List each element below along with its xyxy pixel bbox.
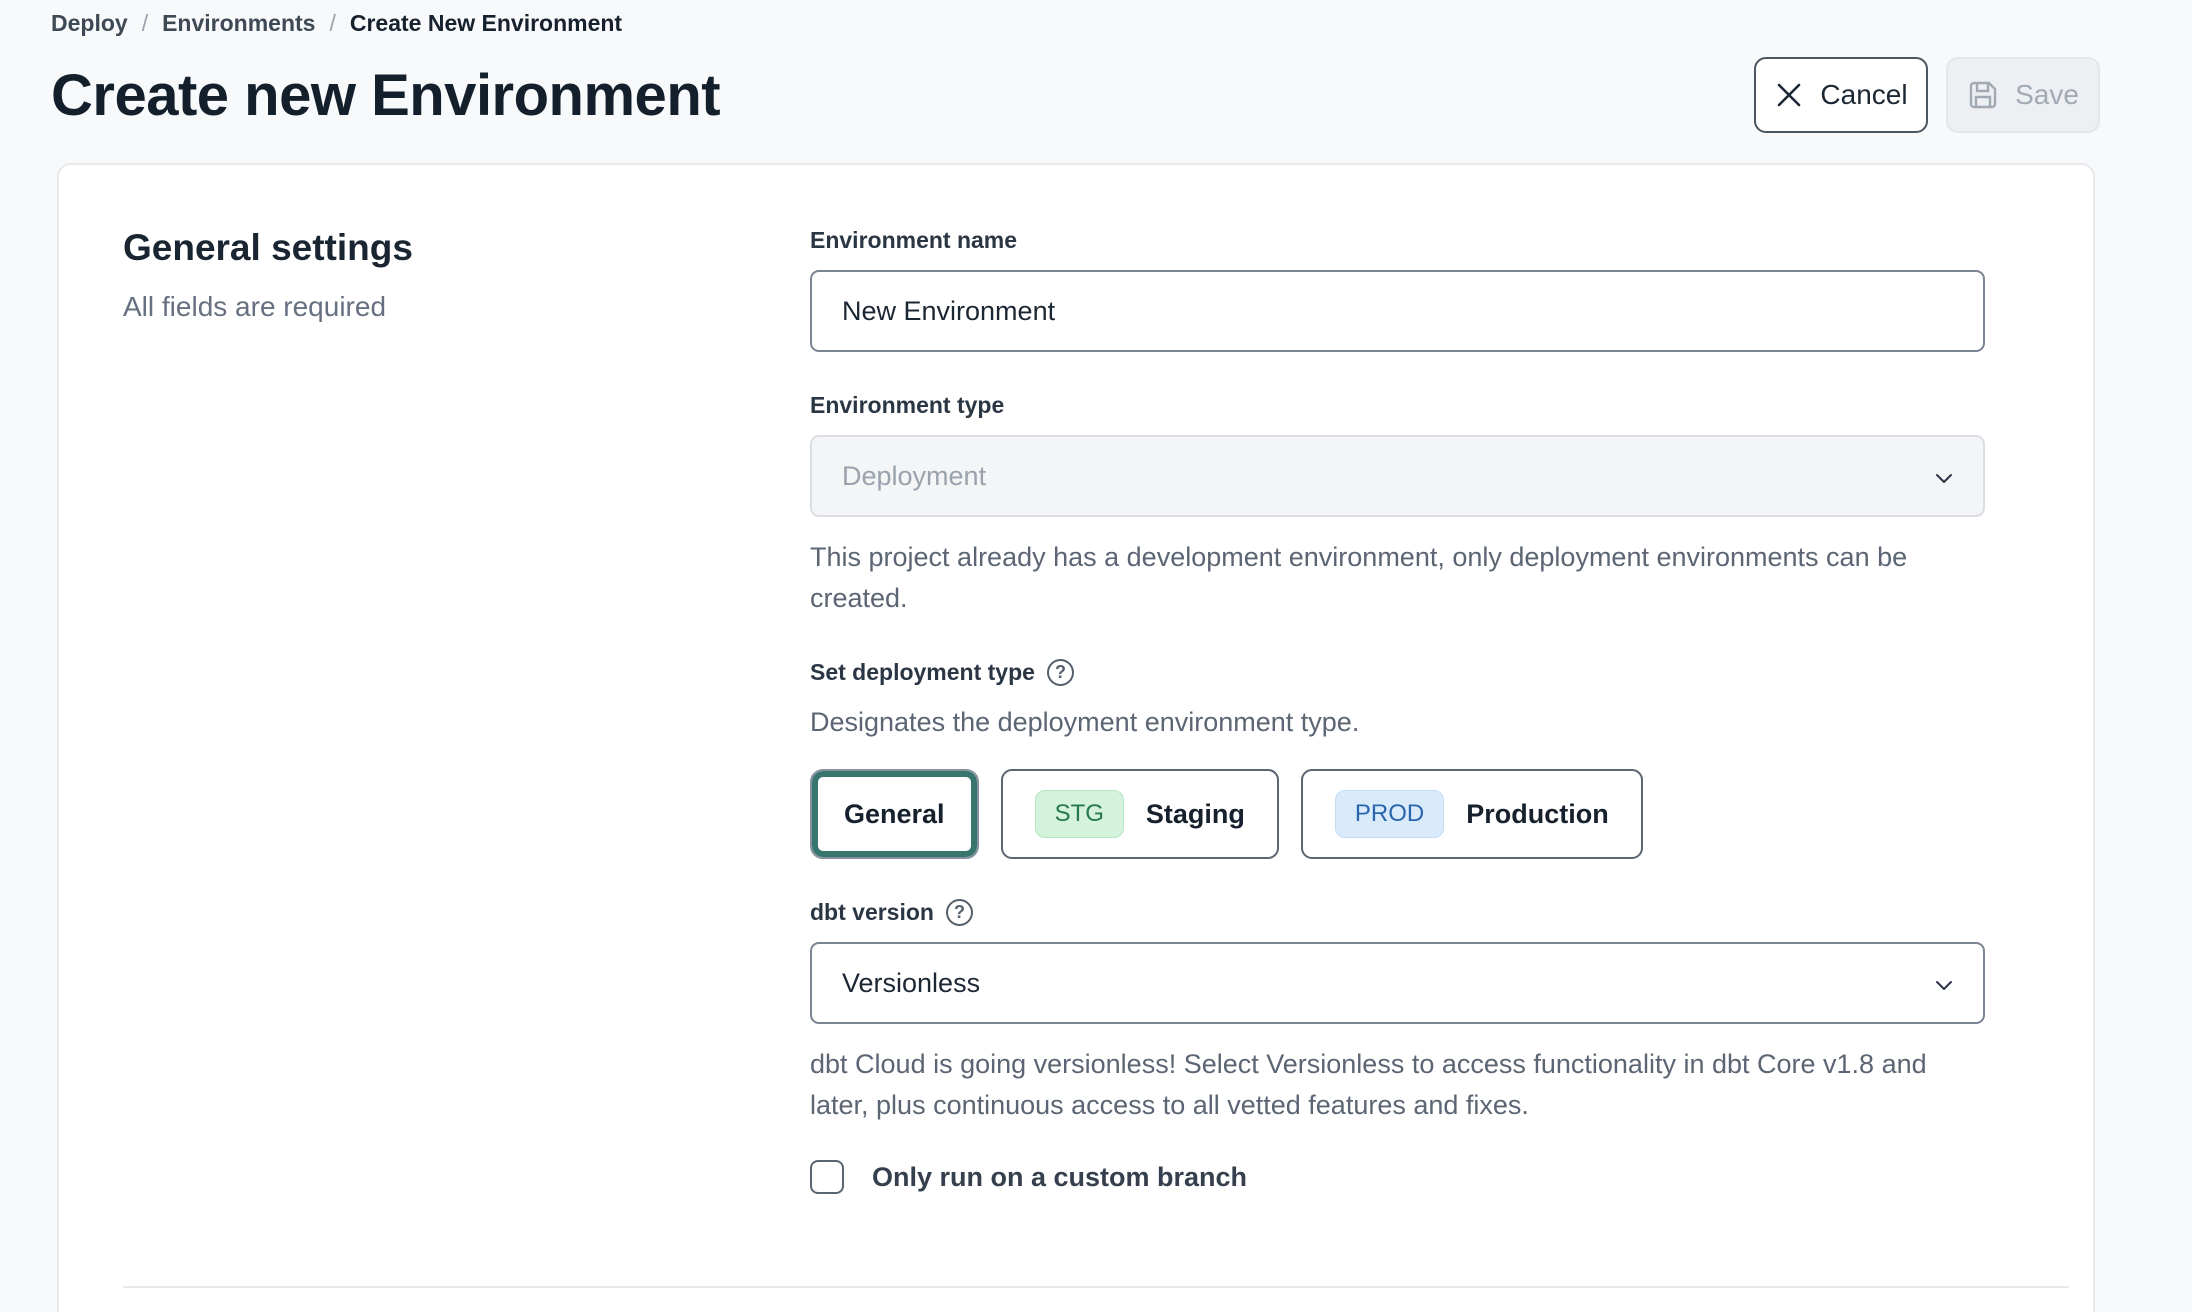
- breadcrumb-deploy[interactable]: Deploy: [51, 10, 128, 37]
- save-icon: [1967, 79, 1999, 111]
- production-badge: PROD: [1335, 790, 1444, 838]
- settings-card: General settings All fields are required…: [57, 163, 2095, 1312]
- deployment-type-general-button[interactable]: General: [810, 769, 979, 859]
- dbt-version-select[interactable]: Versionless: [810, 942, 1985, 1024]
- page-title: Create new Environment: [51, 62, 720, 129]
- help-icon[interactable]: ?: [1047, 659, 1074, 686]
- close-icon: [1774, 80, 1804, 110]
- environment-type-label: Environment type: [810, 392, 1985, 419]
- dbt-version-help-text: dbt Cloud is going versionless! Select V…: [810, 1044, 1985, 1126]
- breadcrumb-current: Create New Environment: [350, 10, 622, 37]
- staging-badge: STG: [1035, 790, 1124, 838]
- environment-name-label: Environment name: [810, 227, 1985, 254]
- custom-branch-row: Only run on a custom branch: [810, 1160, 1985, 1194]
- settings-summary: General settings All fields are required: [123, 227, 810, 1194]
- deployment-type-label: Set deployment type: [810, 659, 1035, 686]
- environment-name-group: Environment name: [810, 227, 1985, 352]
- page-header: Create new Environment Cancel Save: [0, 37, 2192, 133]
- dbt-version-value: Versionless: [842, 968, 980, 999]
- environment-type-help-text: This project already has a development e…: [810, 537, 1985, 619]
- chevron-down-icon: [1931, 972, 1957, 1005]
- deployment-type-options: General STG Staging PROD Production: [810, 769, 1985, 859]
- breadcrumb-separator: /: [142, 10, 148, 37]
- save-button-label: Save: [2015, 79, 2079, 111]
- breadcrumb-environments[interactable]: Environments: [162, 10, 315, 37]
- section-divider: [123, 1286, 2069, 1288]
- deployment-type-description: Designates the deployment environment ty…: [810, 702, 1985, 743]
- environment-type-select: Deployment: [810, 435, 1985, 517]
- settings-form: Environment name Environment type Deploy…: [810, 227, 1985, 1194]
- save-button[interactable]: Save: [1946, 57, 2100, 133]
- deployment-type-production-label: Production: [1466, 799, 1609, 830]
- deployment-type-production-button[interactable]: PROD Production: [1301, 769, 1643, 859]
- deployment-type-group: Set deployment type ? Designates the dep…: [810, 659, 1985, 859]
- breadcrumb-separator: /: [329, 10, 335, 37]
- chevron-down-icon: [1931, 465, 1957, 498]
- custom-branch-label: Only run on a custom branch: [872, 1162, 1247, 1193]
- cancel-button-label: Cancel: [1820, 79, 1907, 111]
- custom-branch-checkbox[interactable]: [810, 1160, 844, 1194]
- section-subtitle: All fields are required: [123, 291, 810, 323]
- dbt-version-group: dbt version ? Versionless dbt Cloud is g…: [810, 899, 1985, 1126]
- dbt-version-label: dbt version: [810, 899, 934, 926]
- deployment-type-staging-label: Staging: [1146, 799, 1245, 830]
- environment-type-value: Deployment: [842, 461, 986, 492]
- breadcrumb: Deploy / Environments / Create New Envir…: [0, 0, 2192, 37]
- environment-type-group: Environment type Deployment This project…: [810, 392, 1985, 619]
- help-icon[interactable]: ?: [946, 899, 973, 926]
- environment-name-input[interactable]: [810, 270, 1985, 352]
- cancel-button[interactable]: Cancel: [1754, 57, 1928, 133]
- section-title: General settings: [123, 227, 810, 269]
- deployment-type-general-label: General: [844, 799, 945, 830]
- header-actions: Cancel Save: [1754, 57, 2100, 133]
- deployment-type-staging-button[interactable]: STG Staging: [1001, 769, 1279, 859]
